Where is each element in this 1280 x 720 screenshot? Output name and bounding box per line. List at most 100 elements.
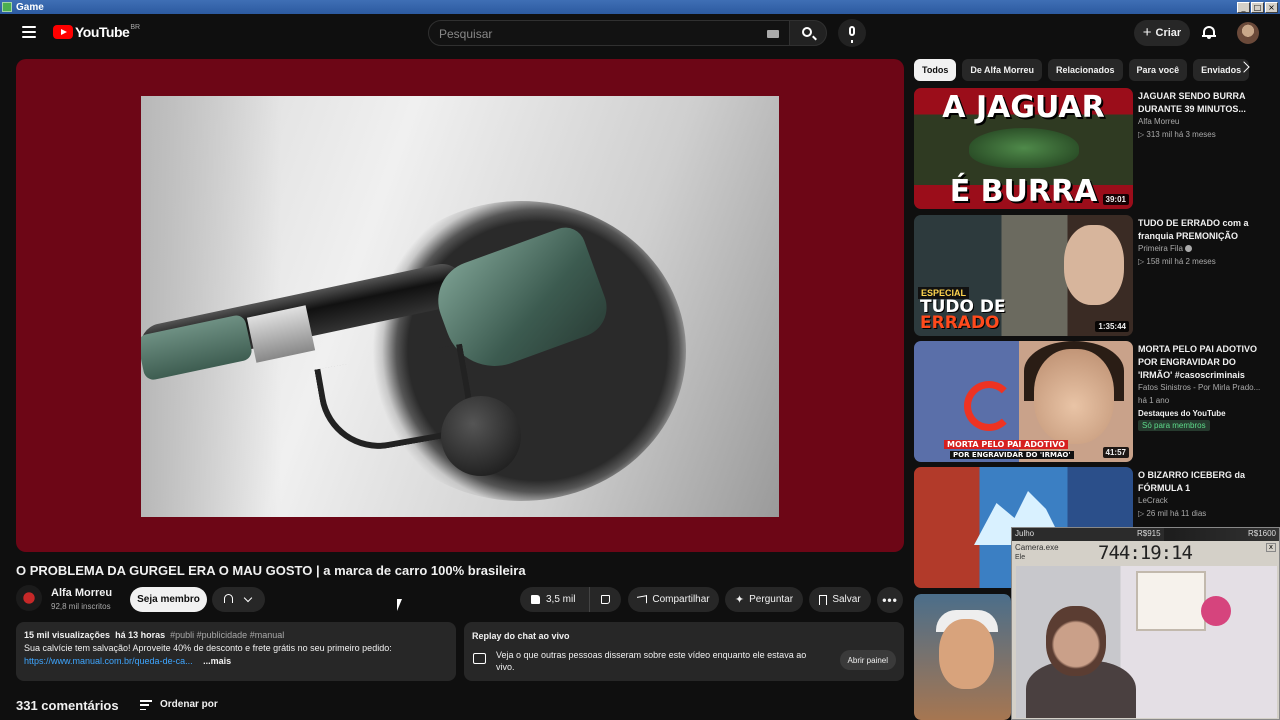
search-input[interactable] xyxy=(439,26,739,42)
goal-current: R$915 xyxy=(1137,529,1161,538)
camera-menu[interactable]: Ele xyxy=(1015,554,1025,561)
recommended-channel[interactable]: LeCrack xyxy=(1138,496,1168,505)
share-icon xyxy=(637,594,648,605)
filter-chips: Todos De Alfa Morreu Relacionados Para v… xyxy=(914,59,1264,81)
voice-search-button[interactable] xyxy=(838,19,866,47)
maximize-button[interactable]: □ xyxy=(1251,1,1264,13)
notifications-bell-icon[interactable] xyxy=(1202,25,1216,39)
recommended-meta: ▷ 313 mil há 3 meses xyxy=(1138,130,1216,139)
subscriber-count: 92,8 mil inscritos xyxy=(51,602,111,611)
bell-icon xyxy=(224,594,233,603)
plus-icon: + xyxy=(1142,24,1152,41)
logo-text: YouTube xyxy=(75,24,130,40)
camera-window-title: Camera.exe xyxy=(1015,543,1059,552)
thumbnail-text: POR ENGRAVIDAR DO 'IRMÃO' xyxy=(950,451,1074,459)
search-box xyxy=(428,20,790,46)
recommended-extra: Destaques do YouTube xyxy=(1138,409,1226,418)
video-frame[interactable] xyxy=(141,96,779,517)
recommended-title[interactable]: JAGUAR SENDO BURRA DURANTE 39 MINUTOS... xyxy=(1138,90,1262,116)
video-thumbnail[interactable]: A JAGUAR É BURRA 39:01 xyxy=(914,88,1133,209)
create-button[interactable]: + Criar xyxy=(1134,20,1190,46)
logo-region: BR xyxy=(130,23,141,31)
video-thumbnail[interactable]: MORTA PELO PAI ADOTIVO POR ENGRAVIDAR DO… xyxy=(914,341,1133,462)
minimize-button[interactable]: _ xyxy=(1237,1,1250,13)
dislike-button[interactable] xyxy=(590,595,621,604)
recommended-channel[interactable]: Alfa Morreu xyxy=(1138,117,1179,126)
youtube-header: YouTube BR + Criar xyxy=(0,14,1280,52)
chip-all[interactable]: Todos xyxy=(914,59,957,81)
recommended-title[interactable]: O BIZARRO ICEBERG da FÓRMULA 1 xyxy=(1138,469,1262,495)
description-link[interactable]: https://www.manual.com.br/queda-de-ca... xyxy=(24,656,193,666)
like-count: 3,5 mil xyxy=(546,594,576,605)
sparkle-icon: ✦ xyxy=(734,593,745,606)
thumbs-down-icon xyxy=(601,595,610,604)
recommended-video[interactable]: MORTA PELO PAI ADOTIVO POR ENGRAVIDAR DO… xyxy=(914,341,1264,462)
description-stats: 15 mil visualizações há 13 horas #publi … xyxy=(24,630,448,640)
channel-avatar[interactable] xyxy=(16,585,42,611)
thumbnail-text: É BURRA xyxy=(949,174,1098,209)
like-button[interactable]: 3,5 mil xyxy=(520,587,590,612)
upload-time: há 13 horas xyxy=(115,630,166,640)
goal-target: R$1600 xyxy=(1247,529,1276,538)
video-duration: 41:57 xyxy=(1102,447,1129,458)
chip-from-channel[interactable]: De Alfa Morreu xyxy=(962,59,1043,81)
youtube-logo[interactable]: YouTube BR xyxy=(53,24,140,40)
channel-label: Primeira Fila xyxy=(1138,244,1183,253)
ask-button[interactable]: ✦ Perguntar xyxy=(725,587,803,612)
chevron-down-icon xyxy=(243,593,253,603)
chat-icon xyxy=(473,653,486,664)
recommended-video[interactable]: A JAGUAR É BURRA 39:01 JAGUAR SENDO BURR… xyxy=(914,88,1264,209)
goal-month: Julho xyxy=(1015,529,1035,538)
verified-icon xyxy=(1184,245,1192,253)
chip-related[interactable]: Relacionados xyxy=(1048,59,1123,81)
bookmark-icon xyxy=(819,594,828,605)
chip-for-you[interactable]: Para você xyxy=(1128,59,1188,81)
sort-by-button[interactable]: Ordenar por xyxy=(160,699,218,710)
recommended-meta: ▷ 158 mil há 2 meses xyxy=(1138,257,1216,266)
chat-replay-text: Veja o que outras pessoas disseram sobre… xyxy=(496,650,807,672)
account-avatar[interactable] xyxy=(1237,22,1259,44)
close-icon[interactable]: x xyxy=(1266,543,1276,552)
video-duration: 1:35:44 xyxy=(1095,321,1129,332)
menu-icon[interactable] xyxy=(22,26,36,38)
keyboard-icon[interactable] xyxy=(767,30,779,38)
os-titlebar: Game _ □ × xyxy=(0,0,1280,14)
search-button[interactable] xyxy=(789,20,827,46)
sort-icon[interactable] xyxy=(140,700,152,710)
recommended-video[interactable]: ESPECIAL TUDO DE ERRADO 1:35:44 TUDO DE … xyxy=(914,215,1264,336)
recommended-channel[interactable]: Primeira Fila xyxy=(1138,244,1192,253)
microphone-icon xyxy=(849,26,855,43)
description-text: Sua calvície tem salvação! Aproveite 40%… xyxy=(24,643,392,653)
search-icon xyxy=(802,27,812,37)
camera-overlay-window[interactable]: Julho R$915 R$1600 Camera.exe Ele 744:19… xyxy=(1011,527,1280,720)
hashtags[interactable]: #publi #publicidade #manual xyxy=(170,630,284,640)
video-thumbnail[interactable] xyxy=(914,594,1011,720)
recommended-meta: ▷ 26 mil há 11 dias xyxy=(1138,509,1207,518)
mouse-cursor-icon xyxy=(397,599,407,611)
share-button[interactable]: Compartilhar xyxy=(628,587,719,612)
close-window-button[interactable]: × xyxy=(1265,1,1278,13)
join-membership-button[interactable]: Seja membro xyxy=(130,587,207,612)
chat-replay-box: Replay do chat ao vivo Veja o que outras… xyxy=(464,622,904,681)
members-only-badge: Só para membros xyxy=(1138,420,1210,431)
recommended-title[interactable]: TUDO DE ERRADO com a franquia PREMONIÇÃO xyxy=(1138,217,1262,243)
channel-name[interactable]: Alfa Morreu xyxy=(51,587,112,599)
show-more-link[interactable]: ...mais xyxy=(203,656,231,666)
video-thumbnail[interactable]: ESPECIAL TUDO DE ERRADO 1:35:44 xyxy=(914,215,1133,336)
description-box[interactable]: 15 mil visualizações há 13 horas #publi … xyxy=(16,622,456,681)
recommended-video[interactable] xyxy=(914,594,1011,720)
os-window-title: Game xyxy=(16,1,44,13)
video-title: O PROBLEMA DA GURGEL ERA O MAU GOSTO | a… xyxy=(16,563,526,578)
thumbnail-text: A JAGUAR xyxy=(942,90,1105,125)
video-player[interactable] xyxy=(16,59,904,552)
recommended-title[interactable]: MORTA PELO PAI ADOTIVO POR ENGRAVIDAR DO… xyxy=(1138,343,1262,382)
comments-count: 331 comentários xyxy=(16,698,119,713)
app-icon xyxy=(2,2,12,12)
subscription-notifications-button[interactable] xyxy=(212,587,265,612)
window-controls: _ □ × xyxy=(1237,1,1278,13)
youtube-play-icon xyxy=(53,25,73,39)
open-chat-panel-button[interactable]: Abrir painel xyxy=(839,650,896,670)
more-actions-button[interactable]: ••• xyxy=(877,587,903,613)
recommended-channel[interactable]: Fatos Sinistros - Por Mirla Prado... xyxy=(1138,383,1260,392)
save-button[interactable]: Salvar xyxy=(809,587,871,612)
